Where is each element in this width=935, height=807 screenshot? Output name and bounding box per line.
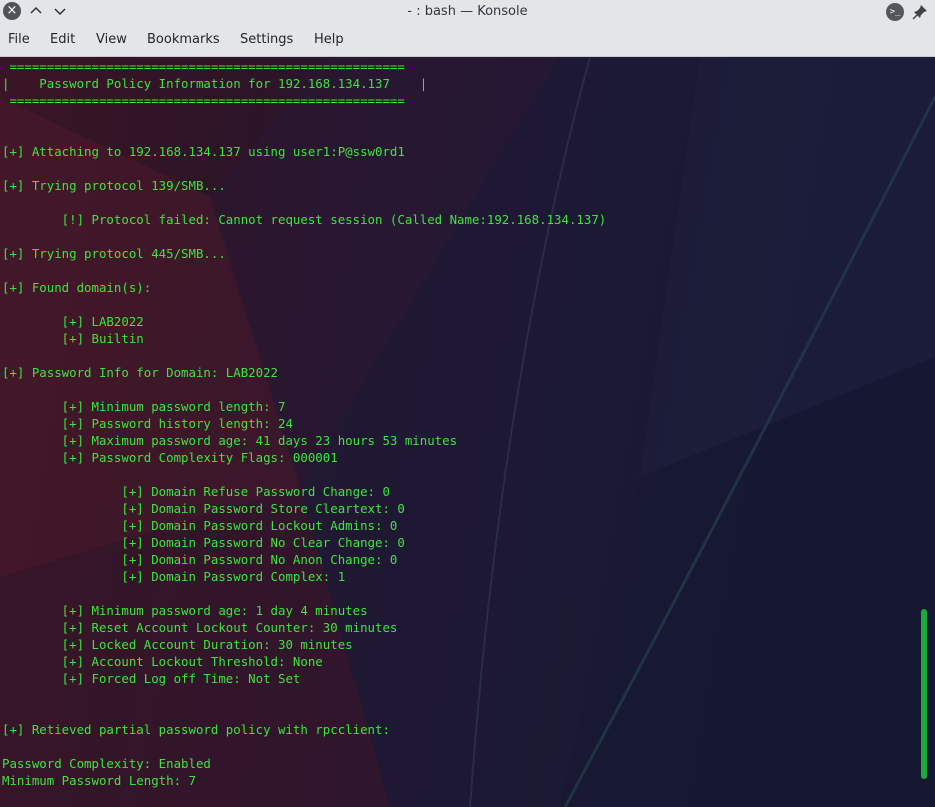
menu-bar: File Edit View Bookmarks Settings Help	[0, 24, 935, 57]
terminal-line: [+] Forced Log off Time: Not Set	[2, 671, 301, 686]
terminal-line: [+] Builtin	[2, 331, 144, 346]
menu-help[interactable]: Help	[314, 24, 344, 56]
terminal-output: ========================================…	[2, 58, 606, 789]
terminal-line: [+] Password Complexity Flags: 000001	[2, 450, 338, 465]
terminal-line: [+] Password Info for Domain: LAB2022	[2, 365, 279, 380]
terminal-line: [+] Domain Refuse Password Change: 0	[2, 484, 390, 499]
terminal-line: [!] Protocol failed: Cannot request sess…	[2, 212, 607, 227]
terminal-line: ========================================…	[2, 93, 405, 108]
terminal-line: [+] Reset Account Lockout Counter: 30 mi…	[2, 620, 398, 635]
menu-edit[interactable]: Edit	[50, 24, 75, 56]
window-titlebar: × - : bash — Konsole >_	[0, 0, 935, 24]
terminal-line: [+] Found domain(s):	[2, 280, 152, 295]
terminal-line: [+] Account Lockout Threshold: None	[2, 654, 323, 669]
terminal-line: Password Complexity: Enabled	[2, 756, 211, 771]
menu-bookmarks[interactable]: Bookmarks	[147, 24, 220, 56]
terminal-line: [+] Locked Account Duration: 30 minutes	[2, 637, 353, 652]
terminal-line: [+] Maximum password age: 41 days 23 hou…	[2, 433, 458, 448]
terminal-line: [+] Domain Password Complex: 1	[2, 569, 346, 584]
window-title: - : bash — Konsole	[407, 4, 528, 19]
terminal-line: | Password Policy Information for 192.16…	[2, 76, 428, 91]
scrollbar-thumb[interactable]	[921, 609, 927, 779]
menu-file[interactable]: File	[8, 24, 30, 56]
terminal-line: [+] Domain Password Lockout Admins: 0	[2, 518, 398, 533]
terminal-line: [+] Domain Password No Anon Change: 0	[2, 552, 398, 567]
menu-settings[interactable]: Settings	[240, 24, 293, 56]
terminal-line: ========================================…	[2, 59, 405, 74]
pin-icon[interactable]	[911, 3, 929, 21]
terminal-line: [+] Trying protocol 139/SMB...	[2, 178, 226, 193]
terminal-view[interactable]: ========================================…	[0, 57, 935, 807]
terminal-line: [+] Trying protocol 445/SMB...	[2, 246, 226, 261]
terminal-icon[interactable]: >_	[886, 3, 904, 21]
terminal-line: [+] Minimum password length: 7	[2, 399, 286, 414]
terminal-line: [+] Password history length: 24	[2, 416, 293, 431]
terminal-line: [+] Attaching to 192.168.134.137 using u…	[2, 144, 405, 159]
terminal-line: [+] LAB2022	[2, 314, 144, 329]
terminal-line: [+] Domain Password Store Cleartext: 0	[2, 501, 405, 516]
terminal-line: [+] Domain Password No Clear Change: 0	[2, 535, 405, 550]
menu-view[interactable]: View	[96, 24, 127, 56]
terminal-line: [+] Retieved partial password policy wit…	[2, 722, 390, 737]
terminal-line: [+] Minimum password age: 1 day 4 minute…	[2, 603, 368, 618]
terminal-line: Minimum Password Length: 7	[2, 773, 196, 788]
